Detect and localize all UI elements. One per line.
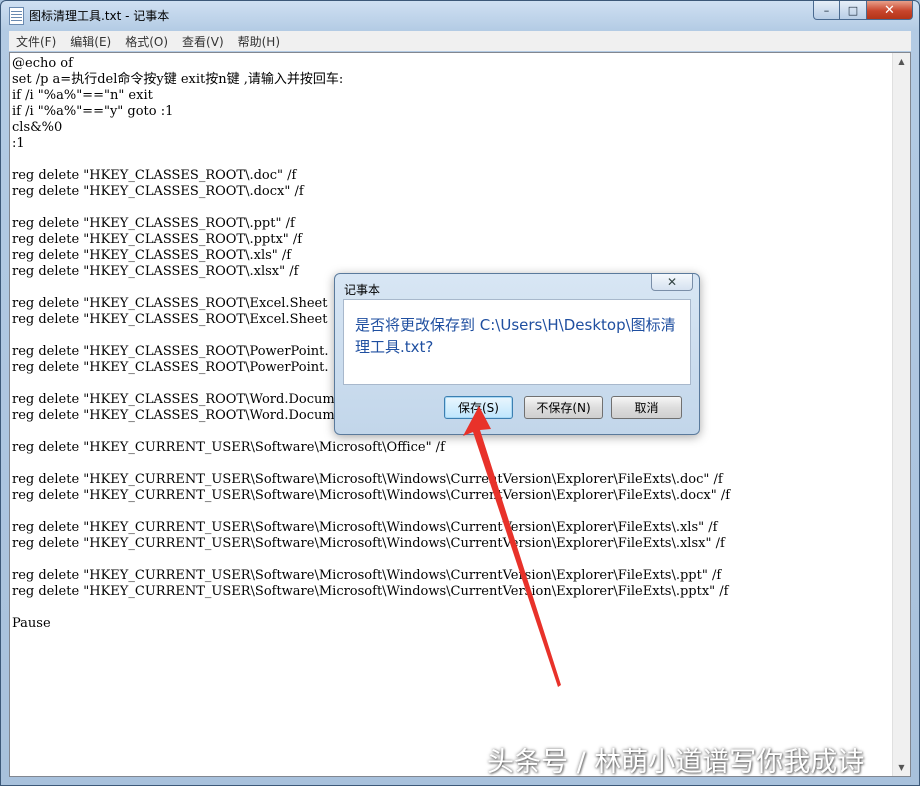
- editor-line: reg delete "HKEY_CURRENT_USER\Software\M…: [12, 440, 445, 455]
- editor-line: cls&%0: [12, 120, 63, 135]
- editor-line: :1: [12, 136, 25, 151]
- editor-line: set /p a=执行del命令按y键 exit按n键 ,请输入并按回车:: [12, 72, 344, 87]
- menu-file[interactable]: 文件(F): [9, 33, 63, 50]
- menu-view[interactable]: 查看(V): [175, 33, 231, 50]
- menu-format[interactable]: 格式(O): [118, 33, 175, 50]
- editor-line: if /i "%a%"=="n" exit: [12, 88, 153, 103]
- editor-line: reg delete "HKEY_CLASSES_ROOT\.ppt" /f: [12, 216, 295, 231]
- editor-line: reg delete "HKEY_CURRENT_USER\Software\M…: [12, 520, 718, 535]
- minimize-icon: –: [823, 3, 830, 17]
- close-icon: ✕: [884, 2, 895, 18]
- editor-line: @echo of: [12, 56, 73, 71]
- maximize-button[interactable]: □: [840, 1, 867, 20]
- vertical-scrollbar[interactable]: ▲ ▼: [892, 53, 910, 776]
- scroll-up-icon[interactable]: ▲: [893, 53, 910, 70]
- notepad-icon: [9, 7, 24, 25]
- title-bar[interactable]: 图标清理工具.txt - 记事本 – □ ✕: [1, 1, 919, 29]
- dialog-close-button[interactable]: ✕: [651, 274, 693, 291]
- menu-bar: 文件(F) 编辑(E) 格式(O) 查看(V) 帮助(H): [9, 31, 911, 51]
- editor-line: reg delete "HKEY_CURRENT_USER\Software\M…: [12, 584, 729, 599]
- editor-line: Pause: [12, 616, 51, 631]
- minimize-button[interactable]: –: [813, 1, 840, 20]
- watermark: 头条号 / 林萌小道谱写你我成诗: [487, 747, 865, 778]
- close-icon: ✕: [666, 275, 678, 289]
- close-button[interactable]: ✕: [867, 1, 913, 20]
- caption-buttons: – □ ✕: [813, 1, 913, 20]
- editor-line: if /i "%a%"=="y" goto :1: [12, 104, 174, 119]
- dialog-body: 是否将更改保存到 C:\Users\H\Desktop\图标清理工具.txt?: [343, 299, 691, 385]
- cancel-button[interactable]: 取消: [611, 396, 682, 419]
- menu-edit[interactable]: 编辑(E): [63, 33, 118, 50]
- window-title: 图标清理工具.txt - 记事本: [29, 9, 170, 23]
- scroll-down-icon[interactable]: ▼: [893, 759, 910, 776]
- save-button[interactable]: 保存(S): [444, 396, 513, 419]
- dont-save-button[interactable]: 不保存(N): [524, 396, 603, 419]
- dialog-message: 是否将更改保存到 C:\Users\H\Desktop\图标清理工具.txt?: [355, 316, 676, 356]
- maximize-icon: □: [847, 3, 859, 17]
- editor-line: reg delete "HKEY_CLASSES_ROOT\.doc" /f: [12, 168, 297, 183]
- editor-line: reg delete "HKEY_CURRENT_USER\Software\M…: [12, 568, 722, 583]
- editor-line: reg delete "HKEY_CURRENT_USER\Software\M…: [12, 536, 725, 551]
- editor-line: reg delete "HKEY_CLASSES_ROOT\.xls" /f: [12, 248, 292, 263]
- editor-line: reg delete "HKEY_CURRENT_USER\Software\M…: [12, 472, 723, 487]
- save-dialog: 记事本 ✕ 是否将更改保存到 C:\Users\H\Desktop\图标清理工具…: [334, 273, 700, 435]
- dialog-title: 记事本: [344, 283, 381, 297]
- editor-line: reg delete "HKEY_CURRENT_USER\Software\M…: [12, 488, 731, 503]
- menu-help[interactable]: 帮助(H): [231, 33, 287, 50]
- editor-line: reg delete "HKEY_CLASSES_ROOT\.docx" /f: [12, 184, 304, 199]
- editor-line: reg delete "HKEY_CLASSES_ROOT\.pptx" /f: [12, 232, 303, 247]
